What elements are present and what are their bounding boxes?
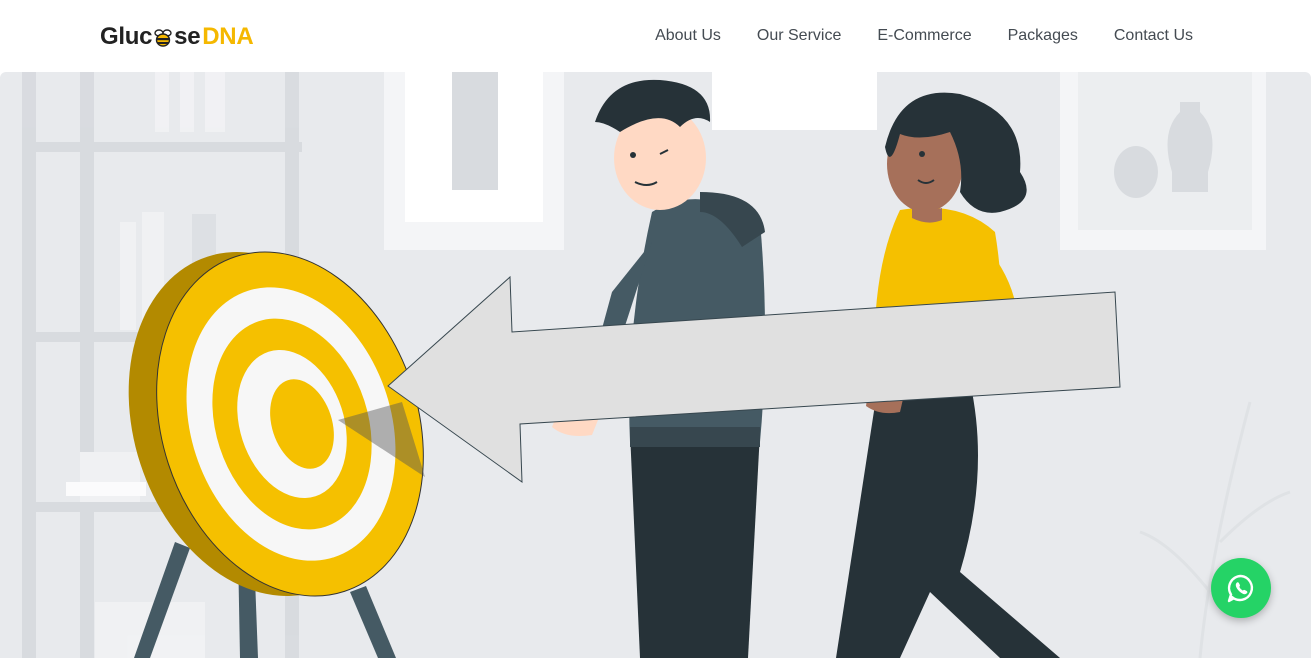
hero-illustration: [22, 72, 1291, 658]
nav-about-us[interactable]: About Us: [655, 24, 721, 48]
nav-our-service[interactable]: Our Service: [757, 24, 841, 48]
bee-icon: [153, 27, 173, 47]
navbar: Gluc se DNA About Us Our Service E-Comme…: [0, 0, 1311, 72]
logo-text-se: se: [174, 23, 201, 50]
whatsapp-icon: [1227, 574, 1254, 603]
brand-logo[interactable]: Gluc se DNA: [100, 22, 254, 52]
nav-contact-us[interactable]: Contact Us: [1114, 24, 1193, 48]
plant-illustration: [1139, 401, 1291, 658]
logo-text-gluc: Gluc: [100, 23, 153, 50]
main-nav: About Us Our Service E-Commerce Packages…: [655, 24, 1193, 48]
hero-banner: [0, 72, 1311, 658]
wall-frames: [384, 72, 1266, 250]
whatsapp-button[interactable]: [1211, 558, 1271, 618]
nav-e-commerce[interactable]: E-Commerce: [877, 24, 971, 48]
nav-packages[interactable]: Packages: [1008, 24, 1078, 48]
logo-text-dna: DNA: [202, 23, 254, 50]
